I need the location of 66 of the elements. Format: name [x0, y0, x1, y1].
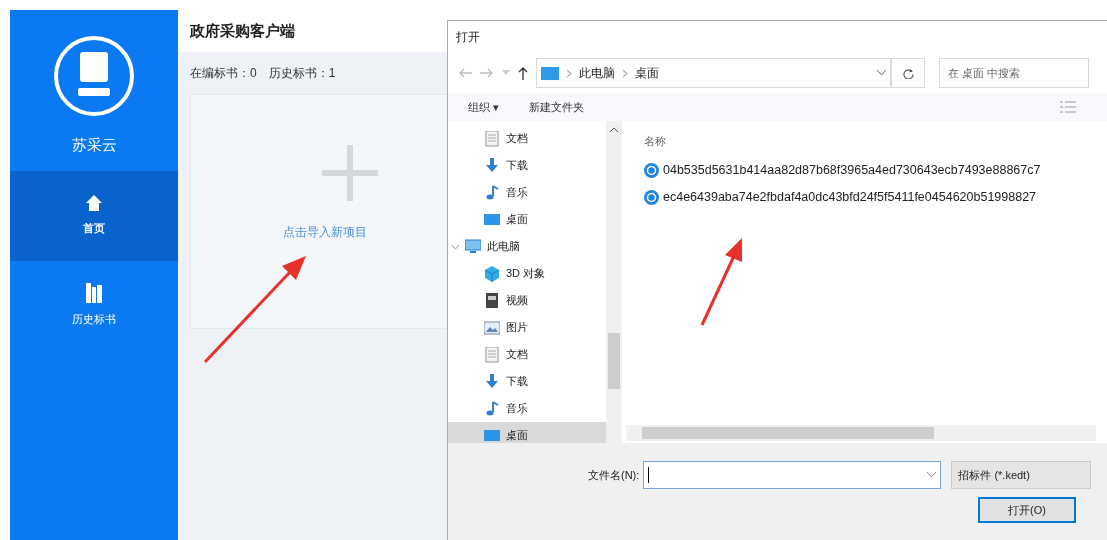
download-icon — [484, 157, 500, 174]
horizontal-scrollbar[interactable] — [626, 425, 1096, 441]
file-type-dropdown[interactable]: 招标件 (*.kedt) — [951, 461, 1092, 489]
app-name: 苏采云 — [71, 135, 117, 155]
nav-item[interactable]: 音乐 — [448, 395, 606, 422]
search-field[interactable]: 在 桌面 中搜索 — [939, 58, 1089, 88]
nav-item[interactable]: 文档 — [448, 341, 606, 368]
download-icon — [484, 373, 500, 390]
film-icon — [484, 292, 500, 309]
cube-icon — [484, 265, 500, 282]
nav-item[interactable]: 音乐 — [448, 179, 606, 206]
home-icon — [85, 194, 103, 213]
music-note-icon — [484, 400, 500, 417]
path-segment[interactable]: 此电脑 — [579, 64, 615, 82]
nav-item[interactable]: 3D 对象 — [448, 260, 606, 287]
chevron-down-icon[interactable] — [452, 244, 459, 249]
chevron-down-icon — [877, 70, 886, 76]
open-button[interactable]: 打开(O) — [978, 497, 1076, 523]
monitor-icon — [465, 238, 481, 255]
column-header[interactable]: 名称 — [644, 132, 666, 149]
up-icon[interactable] — [518, 66, 528, 80]
file-item[interactable]: ec4e6439aba74e2fbdaf4a0dc43bfd24f5f5411fe0454620b51998827 — [644, 184, 1107, 211]
stat-label: 历史标书：1 — [268, 65, 336, 82]
nav-item[interactable]: 下载 — [448, 368, 606, 395]
nav-item[interactable]: 文档 — [448, 125, 606, 152]
nav-item[interactable]: 此电脑 — [448, 233, 606, 260]
nav-item[interactable]: 下载 — [448, 152, 606, 179]
picture-icon — [484, 319, 500, 336]
desktop-icon — [484, 427, 500, 444]
view-options-icon[interactable] — [1060, 101, 1076, 113]
chevron-right-icon — [567, 69, 571, 77]
path-segment[interactable]: 桌面 — [635, 64, 659, 82]
toolbar-button[interactable]: 新建文件夹 — [529, 98, 585, 116]
desktop-icon — [484, 211, 500, 228]
toolbar-button[interactable]: 组织 ▾ — [468, 98, 500, 116]
address-bar[interactable]: 此电脑 桌面 — [536, 58, 891, 88]
vertical-scrollbar[interactable] — [606, 121, 622, 443]
caret-icon[interactable] — [502, 70, 510, 76]
back-icon[interactable] — [458, 68, 472, 78]
nav-item[interactable]: 视频 — [448, 287, 606, 314]
document-icon — [484, 130, 500, 147]
chevron-up-icon[interactable] — [610, 127, 618, 132]
scrollbar-thumb[interactable] — [642, 427, 934, 439]
bar-chart-icon — [86, 283, 102, 304]
stat-label: 在编标书：0 — [190, 65, 257, 82]
dialog-title: 打开 — [455, 29, 481, 46]
refresh-icon — [902, 67, 914, 79]
plus-icon[interactable] — [322, 145, 378, 201]
file-icon — [644, 163, 659, 178]
nav-item[interactable]: 图片 — [448, 314, 606, 341]
refresh-button[interactable] — [891, 58, 925, 88]
app-title: 政府采购客户端 — [190, 20, 295, 41]
scrollbar-thumb[interactable] — [608, 333, 620, 389]
chevron-down-icon — [927, 472, 937, 478]
file-icon — [644, 190, 659, 205]
logo-icon — [52, 34, 136, 118]
chevron-right-icon — [623, 69, 627, 77]
forward-icon[interactable] — [480, 68, 494, 78]
filename-field[interactable] — [643, 461, 942, 489]
file-item[interactable]: 04b535d5631b414aa82d87b68f3965a4ed730643ecb7493e88867c7 — [644, 157, 1107, 184]
monitor-icon — [541, 66, 559, 80]
sidebar-item[interactable]: 首页 — [10, 170, 178, 261]
filename-label: 文件名(N): — [588, 467, 640, 483]
music-note-icon — [484, 184, 500, 201]
nav-item[interactable]: 桌面 — [448, 206, 606, 233]
document-icon — [484, 346, 500, 363]
